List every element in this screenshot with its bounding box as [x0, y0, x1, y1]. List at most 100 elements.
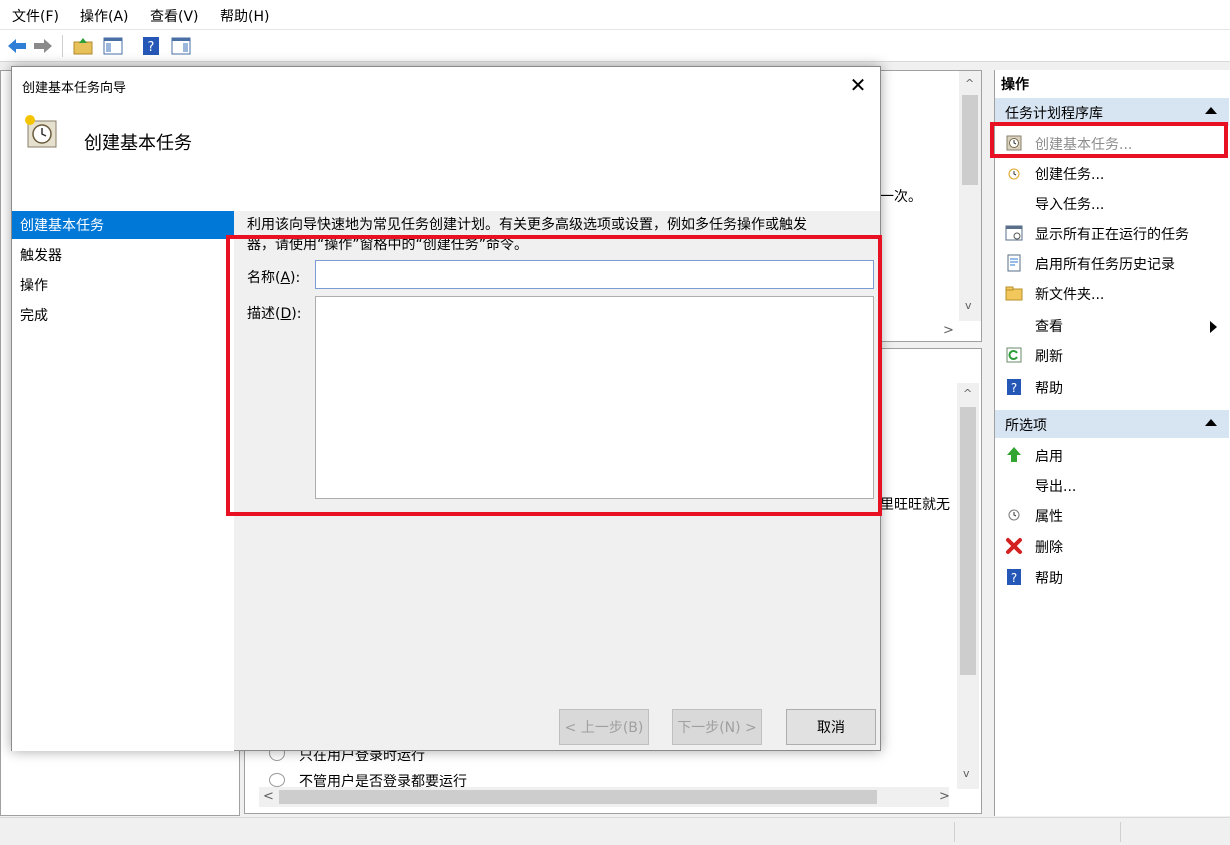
wizard-steps: 创建基本任务 触发器 操作 完成 — [12, 211, 234, 751]
details-scrollbar[interactable]: ^ v — [957, 383, 979, 789]
back-button[interactable]: < 上一步(B) — [559, 709, 649, 745]
create-task-icon — [1005, 164, 1023, 182]
description-line: 利用该向导快速地为常见任务创建计划。有关更多高级选项或设置，例如多任务操作或触发 — [247, 217, 807, 233]
help-icon[interactable]: ? — [140, 35, 162, 57]
menu-bar: 文件(F) 操作(A) 查看(V) 帮助(H) — [0, 0, 1230, 30]
svg-text:?: ? — [148, 40, 155, 55]
step-label: 创建基本任务 — [20, 218, 104, 234]
action-new-folder-label: 新文件夹... — [1035, 287, 1105, 303]
next-button[interactable]: 下一步(N) > — [672, 709, 762, 745]
scroll-right-arrow[interactable]: > — [943, 323, 954, 338]
section-selected-item[interactable]: 所选项 — [995, 410, 1229, 438]
toolbar-separator — [62, 35, 63, 57]
scroll-thumb[interactable] — [960, 407, 976, 675]
dialog-header: 创建基本任务 — [12, 103, 880, 211]
step-trigger[interactable]: 触发器 — [12, 241, 234, 269]
action-export[interactable]: 导出... — [995, 470, 1229, 500]
menu-view[interactable]: 查看(V) — [150, 6, 199, 26]
back-arrow-icon[interactable] — [6, 35, 28, 57]
up-folder-icon[interactable] — [72, 35, 94, 57]
task-details-text: 里旺旺就无 — [880, 497, 950, 513]
delete-icon — [1005, 537, 1023, 555]
hscroll-thumb[interactable] — [279, 790, 877, 804]
action-create-task-label: 创建任务... — [1035, 167, 1105, 183]
action-export-label: 导出... — [1035, 479, 1077, 495]
step-action[interactable]: 操作 — [12, 271, 234, 299]
step-label: 完成 — [20, 308, 48, 324]
section-task-library-label: 任务计划程序库 — [1005, 106, 1103, 122]
action-new-folder[interactable]: 新文件夹... — [995, 278, 1229, 308]
radio-always[interactable] — [269, 773, 285, 787]
scroll-up-arrow[interactable]: ^ — [965, 77, 974, 90]
action-help-label: 帮助 — [1035, 381, 1063, 397]
scroll-left-arrow[interactable]: < — [263, 789, 274, 804]
status-divider — [1120, 822, 1121, 842]
action-show-running[interactable]: 显示所有正在运行的任务 — [995, 218, 1229, 248]
properties-icon — [1005, 506, 1023, 524]
running-tasks-icon — [1005, 224, 1023, 242]
scroll-right-arrow[interactable]: > — [939, 789, 950, 804]
refresh-icon — [1005, 346, 1023, 364]
dialog-titlebar: 创建基本任务向导 ✕ — [12, 67, 880, 103]
action-enable-label: 启用 — [1035, 449, 1063, 465]
collapse-triangle-icon[interactable] — [1205, 419, 1217, 426]
console-tree-icon[interactable] — [102, 35, 124, 57]
action-enable-history[interactable]: 启用所有任务历史记录 — [995, 248, 1229, 278]
actions-title: 操作 — [1001, 77, 1029, 93]
scroll-thumb[interactable] — [962, 95, 978, 185]
step-create-basic-task[interactable]: 创建基本任务 — [12, 211, 234, 239]
highlight-create-basic-task — [990, 122, 1228, 158]
scroll-down-arrow[interactable]: v — [963, 767, 970, 780]
scroll-up-arrow[interactable]: ^ — [963, 387, 972, 400]
svg-text:?: ? — [1011, 381, 1017, 395]
step-finish[interactable]: 完成 — [12, 301, 234, 329]
radio-always-label: 不管用户是否登录都要运行 — [299, 774, 467, 787]
close-icon[interactable]: ✕ — [848, 75, 868, 95]
step-label: 触发器 — [20, 248, 62, 264]
action-help[interactable]: ? 帮助 — [995, 372, 1229, 402]
action-enable[interactable]: 启用 — [995, 440, 1229, 470]
menu-file[interactable]: 文件(F) — [12, 6, 59, 26]
history-icon — [1005, 254, 1023, 272]
action-delete[interactable]: 删除 — [995, 531, 1229, 561]
step-label: 操作 — [20, 278, 48, 294]
action-pane-icon[interactable] — [170, 35, 192, 57]
task-description-text: 一次。 — [880, 189, 922, 205]
action-import-task-label: 导入任务... — [1035, 197, 1105, 213]
help-icon: ? — [1005, 378, 1023, 396]
action-create-task[interactable]: 创建任务... — [995, 158, 1229, 188]
toolbar: ? — [0, 30, 1230, 62]
action-show-running-label: 显示所有正在运行的任务 — [1035, 227, 1189, 243]
task-clock-icon — [25, 115, 57, 148]
status-divider — [954, 822, 955, 842]
action-refresh[interactable]: 刷新 — [995, 340, 1229, 370]
details-hscrollbar[interactable]: < > — [259, 787, 950, 807]
section-selected-item-label: 所选项 — [1005, 418, 1047, 434]
help-icon: ? — [1005, 568, 1023, 586]
action-delete-label: 删除 — [1035, 540, 1063, 556]
submenu-arrow-icon — [1210, 321, 1217, 333]
action-import-task[interactable]: 导入任务... — [995, 188, 1229, 218]
action-properties-label: 属性 — [1035, 509, 1063, 525]
highlight-name-description — [226, 235, 882, 516]
task-list-scrollbar[interactable]: ^ v — [959, 71, 981, 321]
action-help-2-label: 帮助 — [1035, 571, 1063, 587]
scroll-down-arrow[interactable]: v — [965, 299, 972, 312]
actions-pane: 操作 任务计划程序库 创建基本任务... 创建任务... 导入任务... 显示所… — [994, 70, 1230, 816]
forward-arrow-icon[interactable] — [32, 35, 54, 57]
action-help-2[interactable]: ? 帮助 — [995, 562, 1229, 592]
menu-help[interactable]: 帮助(H) — [220, 6, 269, 26]
dialog-heading: 创建基本任务 — [84, 133, 192, 154]
enable-arrow-icon — [1005, 446, 1023, 464]
action-refresh-label: 刷新 — [1035, 349, 1063, 365]
menu-action[interactable]: 操作(A) — [80, 6, 129, 26]
dialog-title: 创建基本任务向导 — [22, 81, 127, 96]
action-enable-history-label: 启用所有任务历史记录 — [1035, 257, 1175, 273]
status-bar — [0, 817, 1230, 845]
action-properties[interactable]: 属性 — [995, 500, 1229, 530]
action-view[interactable]: 查看 — [995, 310, 1229, 340]
svg-text:?: ? — [1011, 571, 1017, 585]
folder-icon — [1005, 284, 1023, 302]
collapse-triangle-icon[interactable] — [1205, 107, 1217, 114]
cancel-button[interactable]: 取消 — [786, 709, 876, 745]
